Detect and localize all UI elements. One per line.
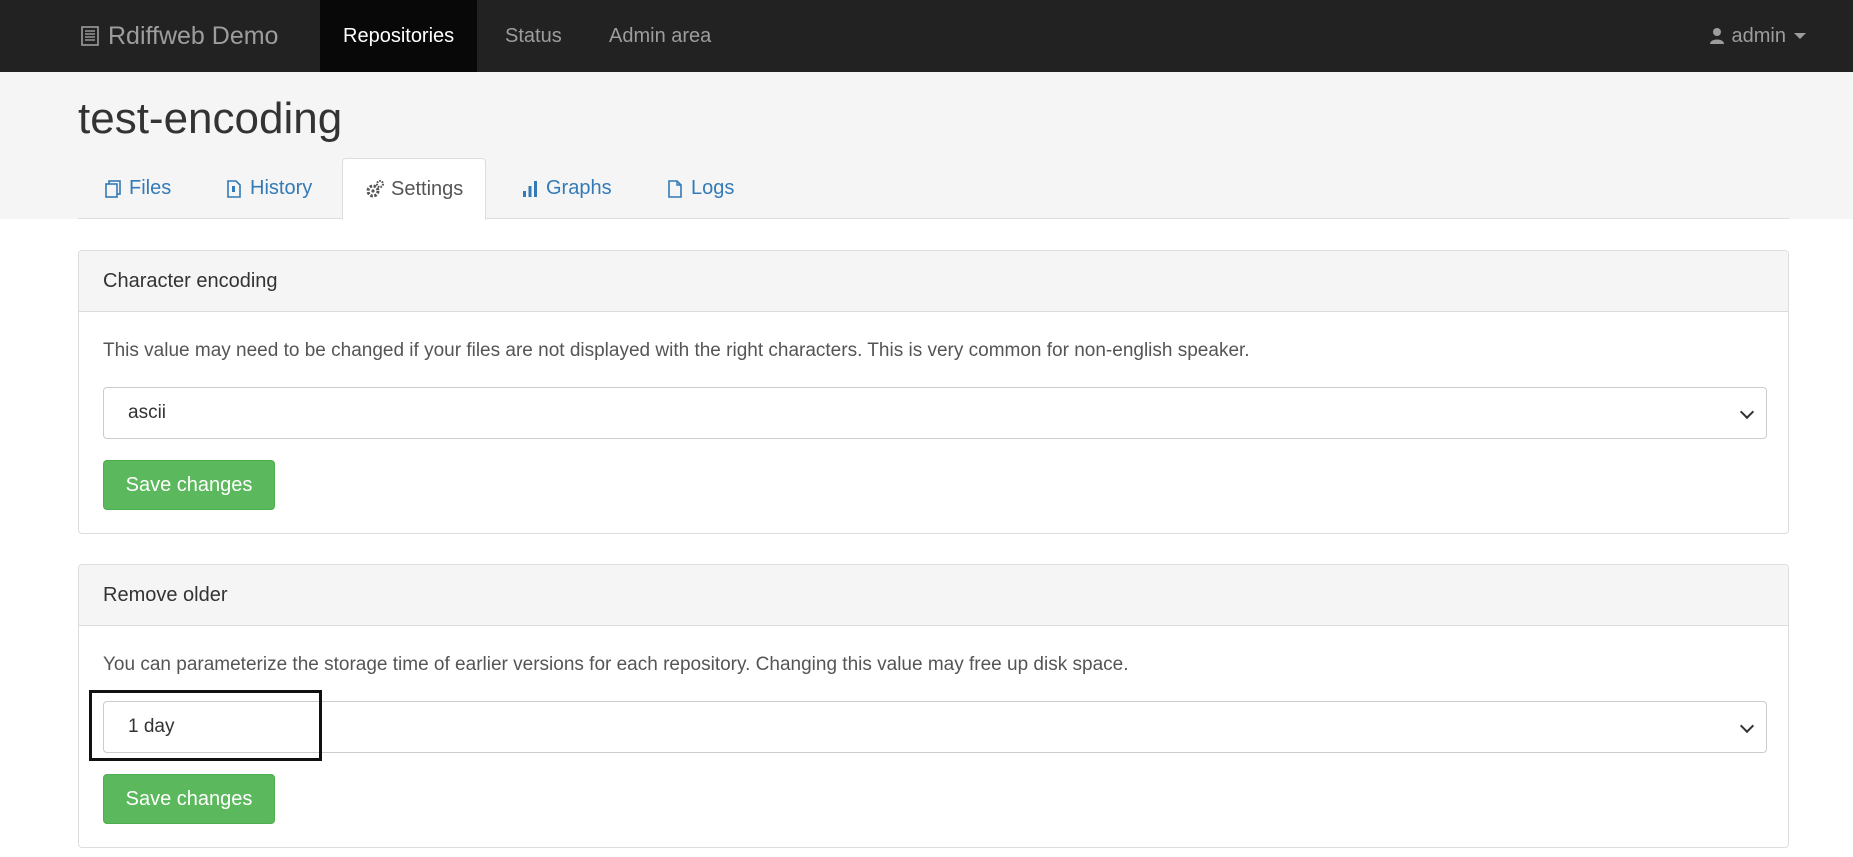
user-icon <box>1709 28 1724 44</box>
tab-graphs[interactable]: Graphs <box>498 158 634 219</box>
tab-files[interactable]: Files <box>81 158 193 219</box>
tab-settings[interactable]: Settings <box>342 158 487 220</box>
tabs-divider <box>78 218 1789 219</box>
save-remove-older-label: Save changes <box>125 787 253 810</box>
encoding-help-text: This value may need to be changed if you… <box>103 340 1250 361</box>
encoding-panel-title: Character encoding <box>103 269 278 292</box>
tab-graphs-label: Graphs <box>546 177 612 199</box>
remove-older-select[interactable]: 1 day <box>103 701 1767 753</box>
encoding-panel-heading: Character encoding <box>79 251 1788 312</box>
server-icon <box>81 26 99 46</box>
top-navbar: Rdiffweb Demo Repositories Status Admin … <box>0 0 1853 72</box>
caret-down-icon <box>1794 33 1806 39</box>
brand-link[interactable]: Rdiffweb Demo <box>78 0 278 72</box>
nav-admin-area-label: Admin area <box>609 24 712 47</box>
remove-older-panel-title: Remove older <box>103 583 228 606</box>
chevron-down-icon <box>1739 718 1755 734</box>
gears-icon <box>366 180 384 198</box>
bar-chart-icon <box>523 180 537 197</box>
encoding-selected-value: ascii <box>128 402 167 423</box>
tab-files-label: Files <box>129 177 172 199</box>
nav-repositories-label: Repositories <box>343 24 455 47</box>
tab-logs[interactable]: Logs <box>643 158 756 219</box>
nav-repositories[interactable]: Repositories <box>320 0 478 72</box>
remove-older-panel: Remove older You can parameterize the st… <box>78 564 1789 848</box>
brand-label: Rdiffweb Demo <box>108 21 279 50</box>
history-file-icon <box>227 179 241 198</box>
remove-older-panel-heading: Remove older <box>79 565 1788 626</box>
files-icon <box>105 179 121 198</box>
chevron-down-icon <box>1739 404 1755 420</box>
save-encoding-label: Save changes <box>125 473 253 496</box>
tab-history[interactable]: History <box>202 158 334 219</box>
tab-history-label: History <box>250 177 313 199</box>
nav-status[interactable]: Status <box>482 0 585 72</box>
save-remove-older-button[interactable]: Save changes <box>103 774 275 824</box>
encoding-select[interactable]: ascii <box>103 387 1767 439</box>
encoding-panel: Character encoding This value may need t… <box>78 250 1789 534</box>
tab-settings-label: Settings <box>391 177 464 200</box>
save-encoding-button[interactable]: Save changes <box>103 460 275 510</box>
remove-older-help-text: You can parameterize the storage time of… <box>103 654 1129 675</box>
page-title: test-encoding <box>78 94 343 143</box>
nav-status-label: Status <box>505 24 562 47</box>
nav-admin-area[interactable]: Admin area <box>586 0 734 72</box>
remove-older-selected-value: 1 day <box>128 716 175 737</box>
tab-logs-label: Logs <box>691 177 735 199</box>
user-menu[interactable]: admin <box>1709 0 1806 72</box>
file-icon <box>668 179 682 198</box>
user-label: admin <box>1731 24 1786 47</box>
